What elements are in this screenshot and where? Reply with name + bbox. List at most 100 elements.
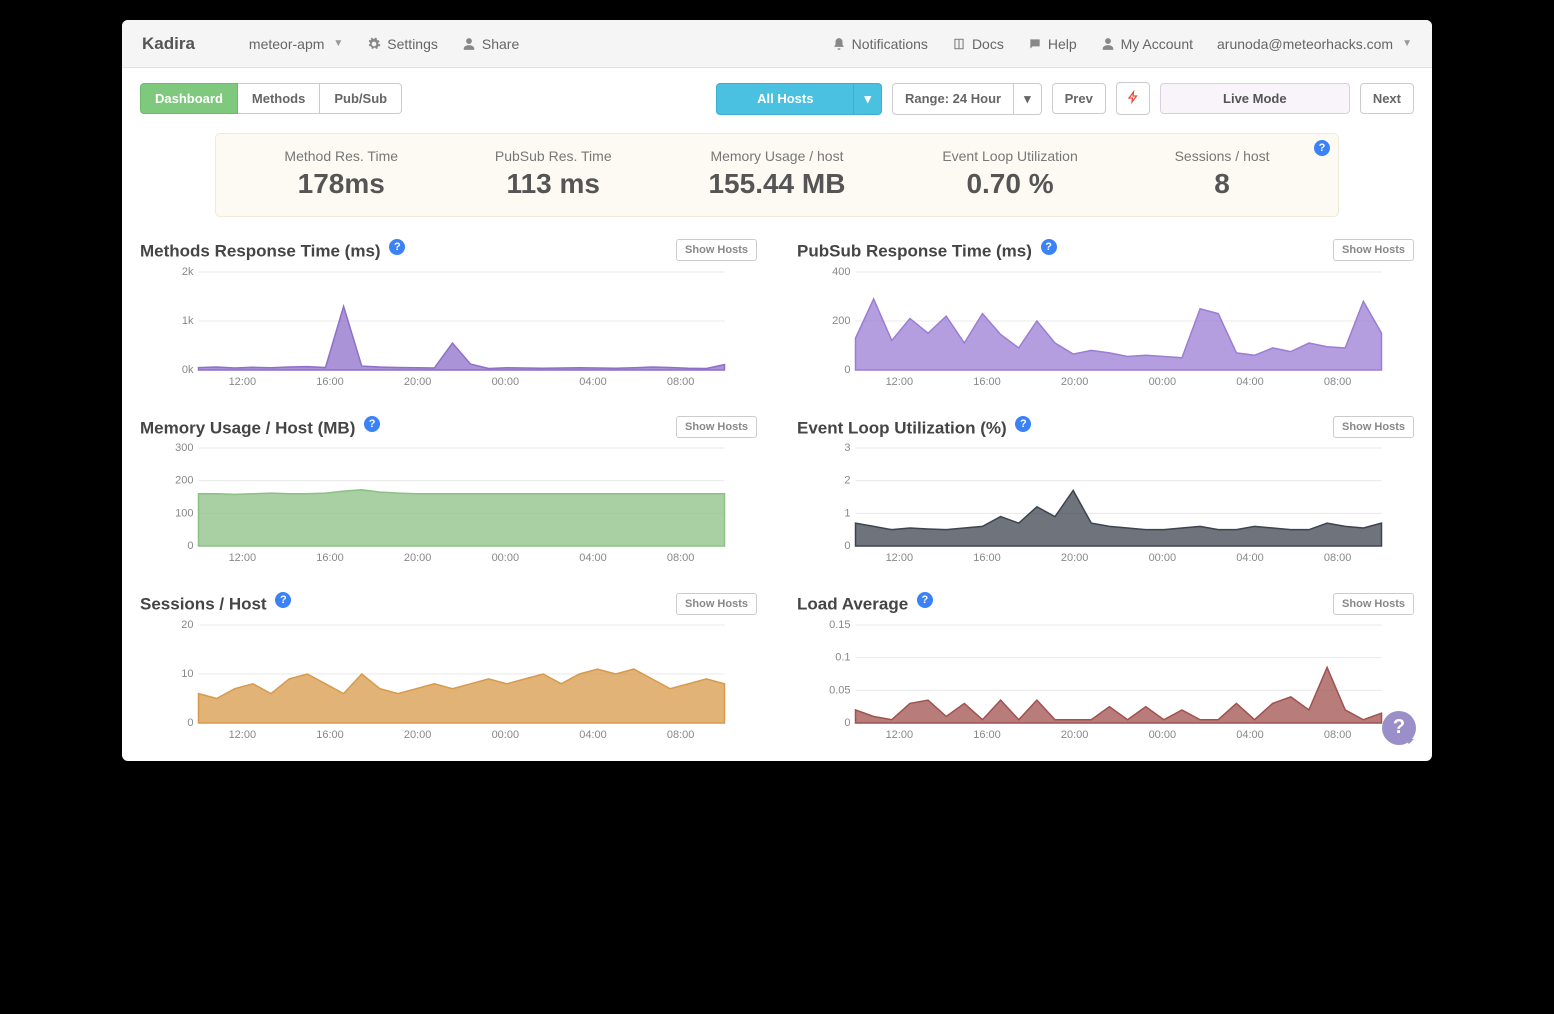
chart-svg: 012312:0016:0020:0000:0004:0008:00 [797, 444, 1414, 564]
svg-text:1k: 1k [182, 315, 194, 327]
prev-button[interactable]: Prev [1052, 83, 1106, 114]
tab-dashboard[interactable]: Dashboard [140, 83, 238, 114]
chart-svg: 020040012:0016:0020:0000:0004:0008:00 [797, 268, 1414, 388]
host-selector[interactable]: All Hosts ▾ [716, 83, 882, 115]
svg-text:2: 2 [844, 475, 850, 487]
chat-icon [1028, 37, 1042, 51]
show-hosts-button[interactable]: Show Hosts [676, 593, 757, 615]
svg-text:12:00: 12:00 [886, 552, 914, 564]
settings-link[interactable]: Settings [367, 36, 438, 52]
show-hosts-button[interactable]: Show Hosts [1333, 593, 1414, 615]
help-icon[interactable]: ? [1041, 239, 1057, 255]
app-window: Kadira meteor-apm▼ Settings Share Notifi… [122, 20, 1432, 761]
svg-text:10: 10 [181, 668, 193, 680]
share-link[interactable]: Share [462, 36, 519, 52]
account-link[interactable]: My Account [1101, 36, 1193, 52]
live-zap-button[interactable] [1116, 82, 1150, 115]
live-mode-button[interactable]: Live Mode [1160, 83, 1350, 114]
help-icon[interactable]: ? [364, 416, 380, 432]
help-link[interactable]: Help [1028, 36, 1077, 52]
show-hosts-button[interactable]: Show Hosts [1333, 239, 1414, 261]
chart-title: Event Loop Utilization (%) ? [797, 416, 1031, 439]
tab-methods[interactable]: Methods [238, 83, 320, 114]
svg-text:08:00: 08:00 [667, 376, 695, 388]
svg-text:12:00: 12:00 [886, 376, 914, 388]
help-icon[interactable]: ? [389, 239, 405, 255]
tabbar: Dashboard Methods Pub/Sub All Hosts ▾ Ra… [140, 82, 1414, 115]
summary-value: 8 [1175, 168, 1270, 200]
svg-text:3: 3 [844, 442, 850, 454]
svg-text:00:00: 00:00 [492, 729, 520, 741]
svg-text:04:00: 04:00 [1236, 729, 1264, 741]
svg-text:08:00: 08:00 [1324, 729, 1352, 741]
svg-text:20:00: 20:00 [404, 729, 432, 741]
chart-pubsub: PubSub Response Time (ms) ? Show Hosts 0… [797, 239, 1414, 388]
show-hosts-button[interactable]: Show Hosts [1333, 416, 1414, 438]
svg-text:00:00: 00:00 [492, 552, 520, 564]
svg-text:16:00: 16:00 [973, 376, 1001, 388]
svg-text:20:00: 20:00 [1061, 729, 1089, 741]
svg-text:200: 200 [832, 315, 850, 327]
chart-methods: Methods Response Time (ms) ? Show Hosts … [140, 239, 757, 388]
svg-text:2k: 2k [182, 266, 194, 278]
content: Dashboard Methods Pub/Sub All Hosts ▾ Ra… [122, 68, 1432, 761]
svg-text:300: 300 [175, 442, 193, 454]
svg-text:00:00: 00:00 [492, 376, 520, 388]
svg-text:12:00: 12:00 [229, 552, 257, 564]
summary-value: 155.44 MB [708, 168, 845, 200]
svg-text:20: 20 [181, 619, 193, 631]
svg-text:12:00: 12:00 [229, 376, 257, 388]
help-icon[interactable]: ? [917, 592, 933, 608]
svg-text:400: 400 [832, 266, 850, 278]
chart-svg: 010020030012:0016:0020:0000:0004:0008:00 [140, 444, 757, 564]
user-menu[interactable]: arunoda@meteorhacks.com▼ [1217, 36, 1412, 52]
summary-label: Sessions / host [1175, 148, 1270, 164]
svg-text:04:00: 04:00 [579, 729, 607, 741]
svg-text:16:00: 16:00 [316, 729, 344, 741]
svg-text:04:00: 04:00 [1236, 552, 1264, 564]
chart-sessions: Sessions / Host ? Show Hosts 0102012:001… [140, 592, 757, 741]
svg-text:1: 1 [844, 508, 850, 520]
summary-value: 178ms [284, 168, 398, 200]
chart-title: Sessions / Host ? [140, 592, 291, 615]
svg-text:0: 0 [844, 364, 850, 376]
tab-pubsub[interactable]: Pub/Sub [320, 83, 402, 114]
app-selector[interactable]: meteor-apm▼ [249, 36, 343, 52]
help-icon[interactable]: ? [1015, 416, 1031, 432]
user-icon [1101, 37, 1115, 51]
svg-text:20:00: 20:00 [1061, 552, 1089, 564]
chart-title: PubSub Response Time (ms) ? [797, 239, 1057, 262]
show-hosts-button[interactable]: Show Hosts [676, 416, 757, 438]
summary-value: 0.70 % [942, 168, 1077, 200]
host-dropdown[interactable]: ▾ [854, 83, 882, 115]
bell-icon [832, 37, 846, 51]
summary-label: Method Res. Time [284, 148, 398, 164]
svg-text:16:00: 16:00 [316, 376, 344, 388]
summary-help-icon[interactable]: ? [1314, 140, 1330, 156]
zap-icon [1127, 90, 1139, 104]
svg-text:0: 0 [844, 717, 850, 729]
svg-text:04:00: 04:00 [579, 376, 607, 388]
chart-load: Load Average ? Show Hosts 00.050.10.1512… [797, 592, 1414, 741]
chart-eventloop: Event Loop Utilization (%) ? Show Hosts … [797, 416, 1414, 565]
range-dropdown[interactable]: ▾ [1014, 83, 1042, 115]
svg-text:16:00: 16:00 [316, 552, 344, 564]
svg-text:0.1: 0.1 [835, 652, 850, 664]
chart-svg: 00.050.10.1512:0016:0020:0000:0004:0008:… [797, 621, 1414, 741]
svg-text:20:00: 20:00 [404, 376, 432, 388]
all-hosts-button[interactable]: All Hosts [716, 83, 854, 115]
help-icon[interactable]: ? [275, 592, 291, 608]
notifications-link[interactable]: Notifications [832, 36, 928, 52]
next-button[interactable]: Next [1360, 83, 1414, 114]
svg-text:0.05: 0.05 [829, 684, 850, 696]
summary-label: PubSub Res. Time [495, 148, 612, 164]
show-hosts-button[interactable]: Show Hosts [676, 239, 757, 261]
svg-text:20:00: 20:00 [1061, 376, 1089, 388]
floating-help-button[interactable]: ? [1382, 711, 1416, 745]
svg-text:12:00: 12:00 [229, 729, 257, 741]
svg-text:08:00: 08:00 [1324, 552, 1352, 564]
docs-link[interactable]: Docs [952, 36, 1004, 52]
svg-text:100: 100 [175, 508, 193, 520]
range-button[interactable]: Range: 24 Hour [892, 83, 1014, 115]
chart-title: Methods Response Time (ms) ? [140, 239, 405, 262]
